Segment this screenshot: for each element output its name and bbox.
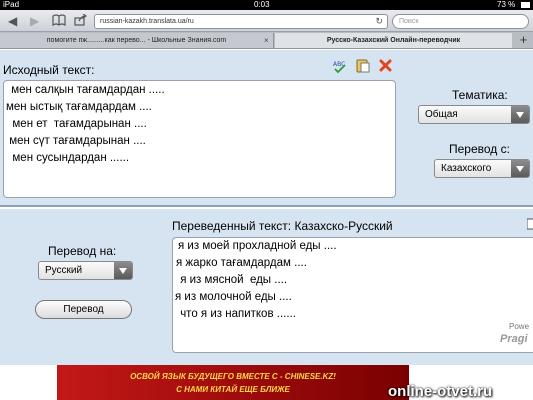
result-line: что я из напитков ...... xyxy=(177,308,296,320)
tab-strip: помогите пж.........как перево... - Школ… xyxy=(0,32,533,49)
clock: 0:03 xyxy=(254,0,270,9)
tab-label: Русско-Казахский Онлайн-переводчик xyxy=(326,37,461,44)
result-panel: Переведенный текст: Казахско-Русский Пер… xyxy=(0,209,533,365)
source-line: мен ет тағамдарынан .... xyxy=(6,118,147,130)
source-textarea[interactable]: мен салқын тағамдардан ..... мен ыстық т… xyxy=(3,80,396,198)
tab-label: помогите пж.........как перево... - Школ… xyxy=(46,37,227,44)
result-textarea[interactable]: я из моей прохладной еды .... я жарко та… xyxy=(172,237,533,353)
tab-translator[interactable]: Русско-Казахский Онлайн-переводчик xyxy=(275,33,512,48)
from-language-select[interactable]: Казахского xyxy=(434,159,530,178)
battery-level: 73 % xyxy=(497,0,516,9)
result-line: я из мясной еды .... xyxy=(177,274,288,286)
from-language-label: Перевод с: xyxy=(449,142,510,156)
reload-icon[interactable]: ↻ xyxy=(375,15,383,28)
search-input[interactable]: Поиск xyxy=(392,14,529,29)
source-line: мен ыстық тағамдардам .... xyxy=(6,101,152,113)
tab-school-answers[interactable]: помогите пж.........как перево... - Школ… xyxy=(0,33,274,48)
result-line: я из молочной еды .... xyxy=(175,291,292,303)
source-line: мен сүт тағамдарынан .... xyxy=(6,135,146,147)
browser-toolbar: ◀ ▶ russian-kazakh.translata.ua/ru ↻ Пои… xyxy=(0,10,533,32)
document-icon[interactable] xyxy=(526,217,533,231)
paste-icon[interactable] xyxy=(356,58,370,73)
share-icon[interactable] xyxy=(74,13,88,29)
translate-button[interactable]: Перевод xyxy=(35,300,132,319)
url-text: russian-kazakh.translata.ua/ru xyxy=(100,18,194,25)
new-tab-button[interactable]: + xyxy=(514,33,533,48)
url-bar[interactable]: russian-kazakh.translata.ua/ru ↻ xyxy=(94,14,388,29)
source-line: мен сусындардан ...... xyxy=(6,152,130,164)
result-line: я из моей прохладной еды .... xyxy=(178,240,337,252)
theme-label: Тематика: xyxy=(452,88,508,102)
ad-area: ОСВОЙ ЯЗЫК БУДУЩЕГО ВМЕСТЕ С - CHINESE.K… xyxy=(0,365,533,400)
source-line: мен салқын тағамдардан ..... xyxy=(8,84,165,96)
forward-icon[interactable]: ▶ xyxy=(30,14,39,28)
battery-icon xyxy=(521,2,530,8)
to-language-label: Перевод на: xyxy=(48,244,117,258)
provider-logo[interactable]: Pragi xyxy=(500,333,528,345)
tab-close-icon[interactable]: × xyxy=(264,33,269,48)
back-icon[interactable]: ◀ xyxy=(8,14,17,28)
ad-headline: ОСВОЙ ЯЗЫК БУДУЩЕГО ВМЕСТЕ С - CHINESE.K… xyxy=(130,372,336,381)
chevron-down-icon xyxy=(511,160,529,177)
from-language-value: Казахского xyxy=(441,163,492,174)
to-language-select[interactable]: Русский xyxy=(38,261,133,280)
ad-banner[interactable]: ОСВОЙ ЯЗЫК БУДУЩЕГО ВМЕСТЕ С - CHINESE.K… xyxy=(57,365,409,400)
to-language-value: Русский xyxy=(45,265,83,276)
source-label: Исходный текст: xyxy=(3,63,95,77)
ad-subline: С НАМИ КИТАЙ ЕЩЕ БЛИЖЕ xyxy=(176,385,290,394)
result-line: я жарко тағамдардам .... xyxy=(176,257,307,269)
result-label: Переведенный текст: Казахско-Русский xyxy=(172,219,393,233)
status-bar: iPad 0:03 73 % xyxy=(0,0,533,10)
spellcheck-icon[interactable]: ABC xyxy=(333,59,347,74)
chevron-down-icon xyxy=(114,262,132,279)
search-placeholder: Поиск xyxy=(399,18,419,25)
clear-icon[interactable] xyxy=(379,59,393,73)
bookmarks-icon[interactable] xyxy=(52,14,66,29)
powered-by-text: Powe xyxy=(509,322,530,331)
source-panel: Исходный текст: ABC мен салқын тағамдард… xyxy=(0,50,533,207)
site-watermark: online-otvet.ru xyxy=(388,383,493,400)
theme-value: Общая xyxy=(425,109,458,120)
device-name: iPad xyxy=(3,0,20,9)
chevron-down-icon xyxy=(511,106,529,123)
translator-page: Исходный текст: ABC мен салқын тағамдард… xyxy=(0,50,533,400)
theme-select[interactable]: Общая xyxy=(418,105,530,124)
